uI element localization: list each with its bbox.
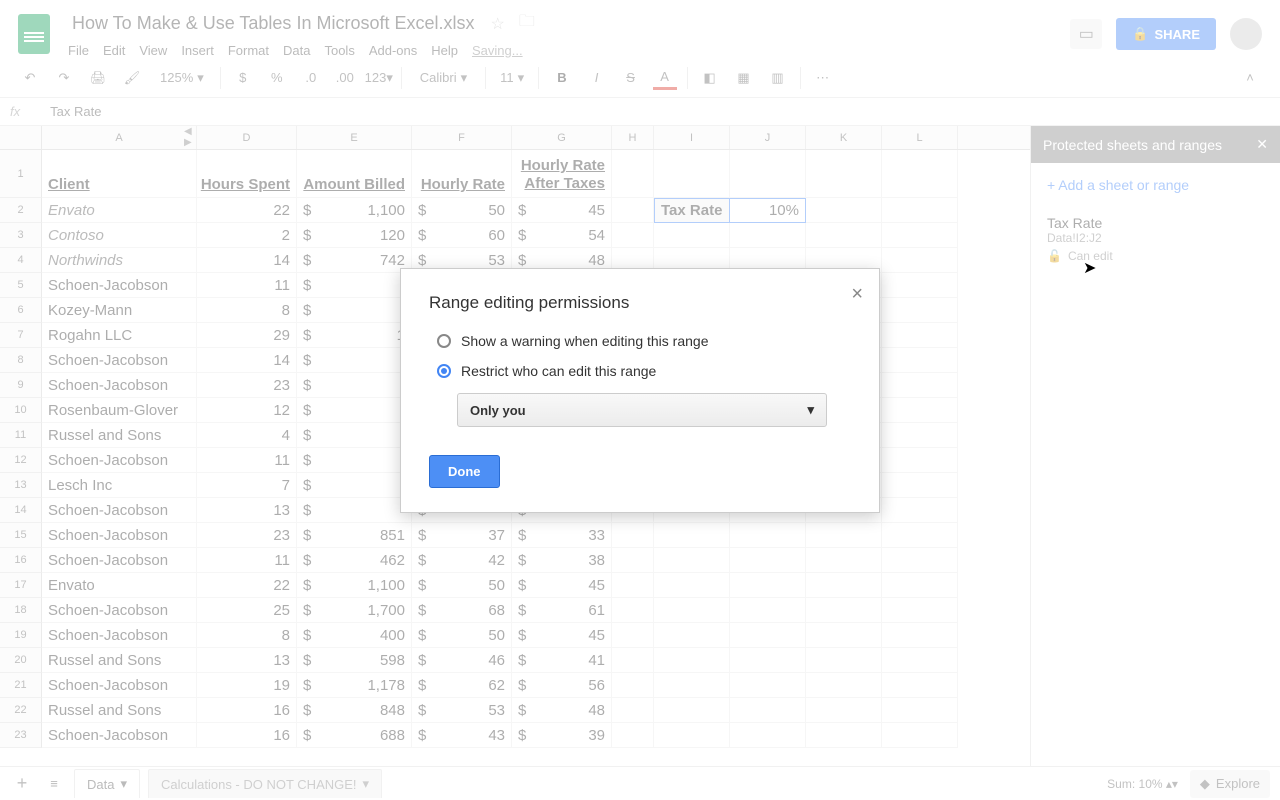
close-dialog-button[interactable]: × (851, 283, 863, 306)
restrict-select[interactable]: Only you ▾ (457, 393, 827, 427)
range-permissions-dialog: × Range editing permissions Show a warni… (400, 268, 880, 513)
dialog-title: Range editing permissions (429, 293, 851, 313)
done-button[interactable]: Done (429, 455, 500, 488)
radio-unchecked-icon (437, 334, 451, 348)
option-label: Restrict who can edit this range (461, 363, 656, 379)
option-label: Show a warning when editing this range (461, 333, 709, 349)
select-value: Only you (470, 403, 526, 418)
mouse-cursor-icon: ➤ (1083, 258, 1096, 278)
radio-checked-icon (437, 364, 451, 378)
option-show-warning[interactable]: Show a warning when editing this range (429, 333, 851, 349)
chevron-down-icon: ▾ (807, 402, 814, 418)
option-restrict[interactable]: Restrict who can edit this range (429, 363, 851, 379)
